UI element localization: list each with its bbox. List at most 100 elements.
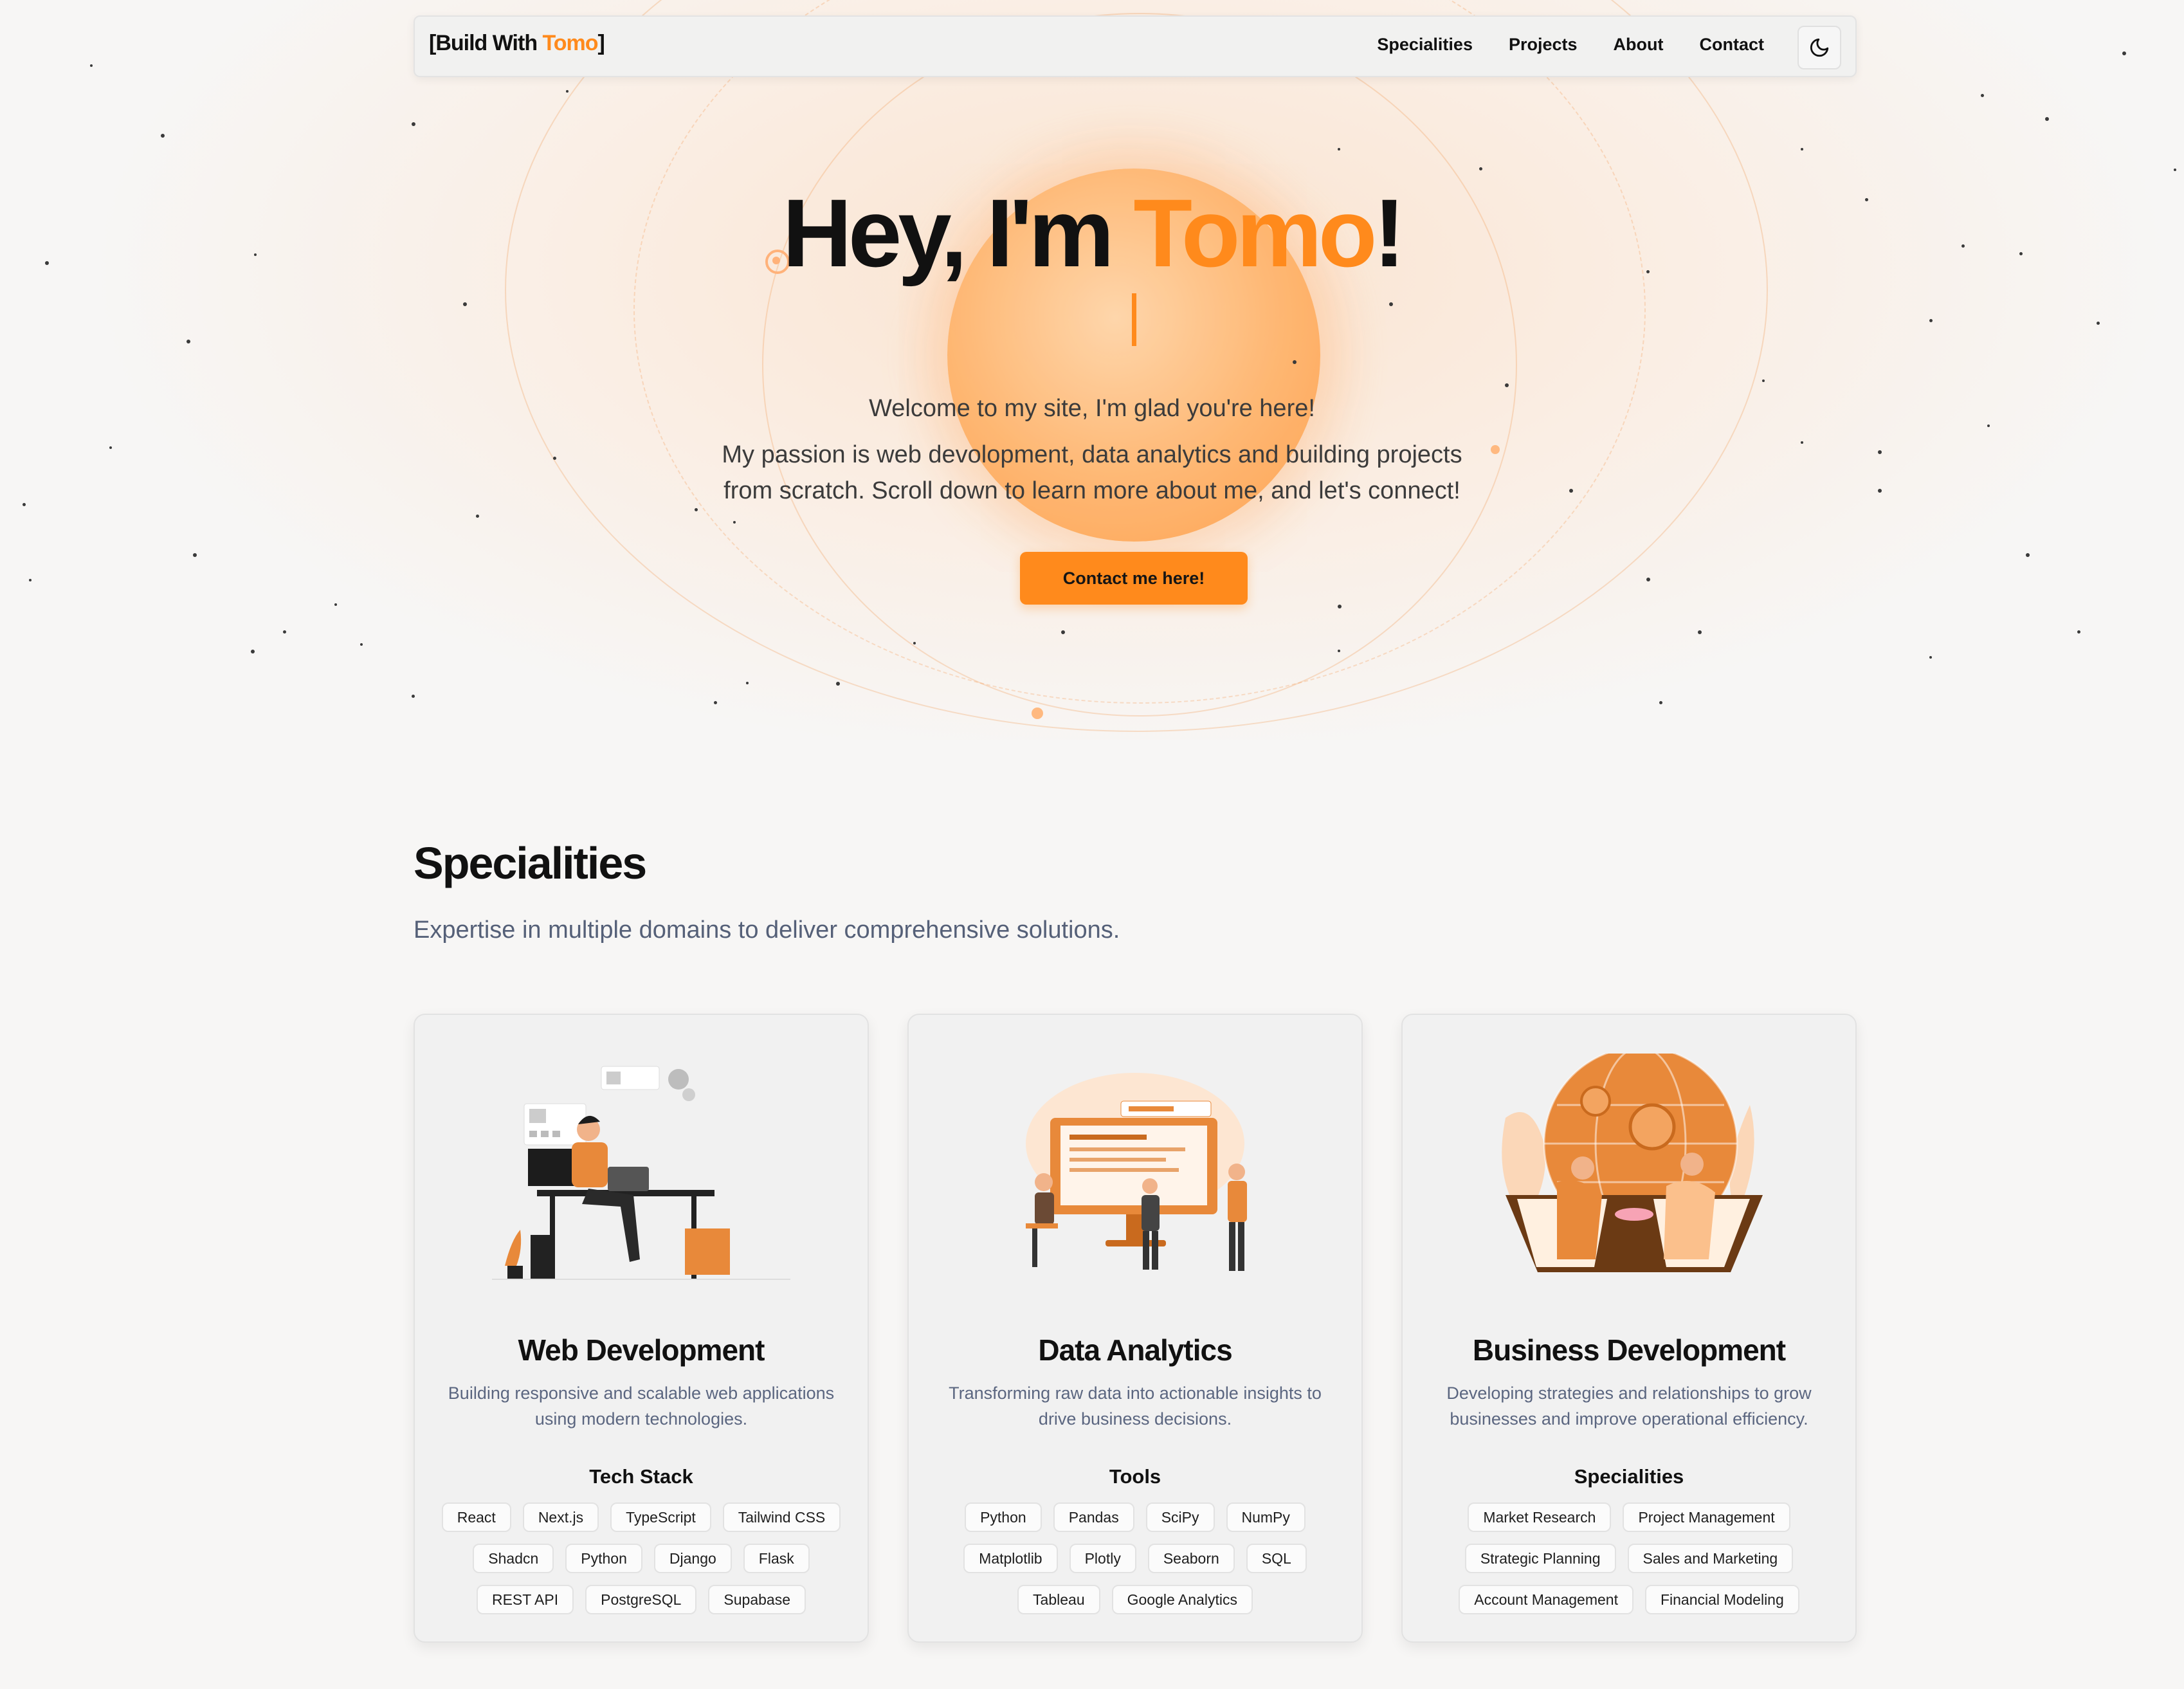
tag-scipy: SciPy [1145, 1502, 1215, 1532]
tag-rest-api: REST API [476, 1585, 574, 1614]
tag-matplotlib: Matplotlib [963, 1544, 1058, 1573]
hero-passion-line2: from scratch. Scroll down to learn more … [723, 477, 1461, 504]
card-tags-title: Tech Stack [589, 1465, 693, 1488]
speciality-card-web-development: Web Development Building responsive and … [414, 1014, 869, 1643]
nav-links: Specialities Projects About Contact [1377, 35, 1764, 55]
star-dot [1505, 383, 1509, 387]
tag-market-research: Market Research [1468, 1502, 1612, 1532]
nav-link-projects[interactable]: Projects [1509, 35, 1578, 55]
theme-toggle-button[interactable] [1797, 26, 1841, 69]
tag-typescript: TypeScript [610, 1502, 711, 1532]
brand-prefix: [Build With [429, 31, 543, 55]
nav-link-specialities[interactable]: Specialities [1377, 35, 1473, 55]
star-dot [1061, 630, 1065, 634]
tag-account-management: Account Management [1459, 1585, 1633, 1614]
hero-title-prefix: Hey, I'm [782, 179, 1134, 287]
tag-list: Market Research Project Management Strat… [1422, 1502, 1836, 1614]
tag-numpy: NumPy [1226, 1502, 1306, 1532]
hero-title-name: Tomo [1133, 179, 1377, 287]
star-dot [1338, 148, 1340, 151]
star-dot [29, 579, 32, 581]
global-handshake-illustration [1502, 1054, 1763, 1272]
tag-financial-modeling: Financial Modeling [1644, 1585, 1799, 1614]
card-title: Business Development [1472, 1333, 1786, 1367]
speciality-card-data-analytics: Data Analytics Transforming raw data int… [907, 1014, 1363, 1643]
star-dot [1981, 94, 1984, 97]
star-dot [1293, 360, 1297, 364]
star-dot [463, 302, 467, 306]
specialities-subtitle: Expertise in multiple domains to deliver… [414, 917, 1120, 944]
star-dot [1987, 425, 1990, 427]
tag-sql: SQL [1246, 1544, 1307, 1573]
tag-shadcn: Shadcn [473, 1544, 554, 1573]
tag-project-management: Project Management [1623, 1502, 1790, 1532]
orbit-planet-dot [1032, 708, 1043, 719]
star-dot [1389, 302, 1393, 306]
hero-title: Hey, I'm Tomo! [0, 175, 2184, 291]
tag-seaborn: Seaborn [1147, 1544, 1235, 1573]
card-tags-title: Specialities [1574, 1465, 1684, 1488]
star-dot [187, 340, 190, 343]
moon-icon [1810, 38, 1829, 57]
star-dot [1762, 379, 1765, 382]
tag-pandas: Pandas [1053, 1502, 1134, 1532]
tag-list: React Next.js TypeScript Tailwind CSS Sh… [434, 1502, 848, 1614]
star-dot [360, 643, 363, 646]
star-dot [193, 553, 197, 557]
star-dot [2045, 117, 2049, 121]
tag-tableau: Tableau [1017, 1585, 1100, 1614]
tag-sales-marketing: Sales and Marketing [1627, 1544, 1794, 1573]
star-dot [2174, 169, 2176, 171]
tag-supabase: Supabase [708, 1585, 806, 1614]
star-dot [1338, 605, 1342, 608]
nav-link-about[interactable]: About [1614, 35, 1664, 55]
typing-cursor [1132, 293, 1136, 346]
star-dot [913, 642, 916, 644]
star-dot [1698, 630, 1702, 634]
star-dot [334, 603, 337, 606]
star-dot [746, 682, 749, 684]
tag-plotly: Plotly [1069, 1544, 1136, 1573]
tag-react: React [441, 1502, 511, 1532]
star-dot [2026, 553, 2030, 557]
star-dot [1801, 148, 1803, 151]
developer-at-desk-illustration [492, 1066, 790, 1280]
star-dot [1659, 701, 1662, 704]
specialities-title: Specialities [414, 838, 647, 888]
star-dot [161, 134, 165, 138]
speciality-card-business-development: Business Development Developing strategi… [1401, 1014, 1857, 1643]
tag-flask: Flask [743, 1544, 810, 1573]
tag-google-analytics: Google Analytics [1111, 1585, 1253, 1614]
star-dot [2097, 322, 2100, 325]
star-dot [733, 521, 736, 524]
contact-me-button[interactable]: Contact me here! [1020, 552, 1248, 605]
brand-suffix: ] [597, 31, 605, 55]
star-dot [1929, 319, 1933, 322]
star-dot [695, 508, 698, 511]
star-dot [2122, 51, 2126, 55]
tag-list: Python Pandas SciPy NumPy Matplotlib Plo… [928, 1502, 1342, 1614]
star-dot [836, 682, 840, 686]
tag-strategic-planning: Strategic Planning [1464, 1544, 1616, 1573]
hero-title-suffix: ! [1373, 179, 1405, 287]
card-tags-title: Tools [1109, 1465, 1161, 1488]
card-title: Web Development [518, 1333, 765, 1367]
hero-welcome: Welcome to my site, I'm glad you're here… [869, 395, 1315, 422]
star-dot [90, 64, 93, 67]
star-dot [283, 630, 286, 634]
brand-accent: Tomo [542, 31, 599, 55]
card-description: Building responsive and scalable web app… [448, 1383, 835, 1429]
data-dashboard-illustration [1026, 1073, 1247, 1271]
star-dot [1479, 167, 1482, 170]
tag-python: Python [565, 1544, 642, 1573]
star-dot [476, 515, 479, 518]
hero-passion-line1: My passion is web devolopment, data anal… [722, 441, 1462, 468]
tag-nextjs: Next.js [522, 1502, 599, 1532]
brand-logo[interactable]: [Build With Tomo] [429, 31, 605, 56]
star-dot [412, 695, 415, 698]
star-dot [1646, 578, 1650, 581]
star-dot [1929, 656, 1932, 659]
tag-postgresql: PostgreSQL [585, 1585, 697, 1614]
star-dot [714, 701, 717, 704]
nav-link-contact[interactable]: Contact [1700, 35, 1765, 55]
